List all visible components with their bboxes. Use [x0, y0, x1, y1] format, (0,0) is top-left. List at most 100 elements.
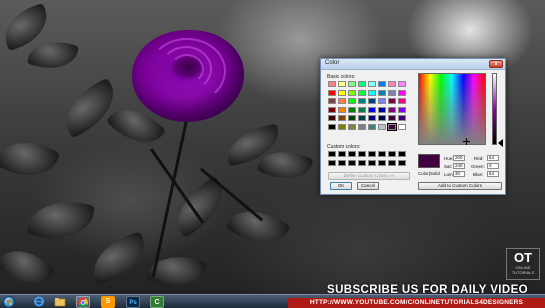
custom-color-swatch[interactable]	[338, 151, 346, 157]
basic-color-swatch[interactable]	[358, 81, 366, 87]
custom-color-swatch[interactable]	[358, 151, 366, 157]
basic-color-swatch[interactable]	[378, 89, 386, 96]
color-preview-swatch	[418, 154, 440, 168]
basic-color-swatch[interactable]	[368, 106, 376, 113]
color-spectrum-picker[interactable]	[418, 73, 486, 145]
basic-color-swatch[interactable]	[368, 123, 376, 130]
basic-color-swatch[interactable]	[388, 81, 396, 87]
lum-field[interactable]: 30	[453, 171, 465, 177]
custom-color-swatch[interactable]	[388, 151, 396, 157]
basic-color-swatch[interactable]	[398, 98, 406, 104]
basic-color-swatch[interactable]	[328, 81, 336, 87]
basic-color-swatch[interactable]	[368, 115, 376, 121]
custom-colors-label: Custom colors:	[327, 144, 361, 150]
sat-label: Sat:	[444, 164, 453, 169]
basic-color-swatch[interactable]	[378, 115, 386, 121]
blue-label: Blue:	[473, 172, 484, 177]
basic-color-swatch[interactable]	[348, 81, 356, 87]
basic-color-swatch[interactable]	[368, 89, 376, 96]
chrome-icon[interactable]	[76, 296, 90, 308]
close-button[interactable]: x	[489, 60, 503, 68]
basic-colors-grid	[328, 81, 406, 131]
basic-color-swatch[interactable]	[348, 115, 356, 121]
green-label: Green:	[471, 164, 485, 169]
basic-color-swatch[interactable]	[368, 98, 376, 104]
hue-field[interactable]: 200	[453, 155, 465, 161]
basic-color-swatch[interactable]	[358, 89, 366, 96]
basic-color-swatch[interactable]	[358, 123, 366, 130]
custom-color-swatch[interactable]	[388, 160, 396, 166]
custom-color-swatch[interactable]	[398, 151, 406, 157]
internet-explorer-icon[interactable]	[32, 296, 46, 308]
basic-color-swatch[interactable]	[338, 89, 346, 96]
custom-color-swatch[interactable]	[348, 151, 356, 157]
basic-color-swatch[interactable]	[328, 106, 336, 113]
camtasia-icon[interactable]: C	[150, 296, 164, 308]
basic-color-swatch[interactable]	[338, 98, 346, 104]
basic-color-swatch[interactable]	[398, 106, 406, 113]
basic-color-swatch[interactable]	[368, 81, 376, 87]
basic-color-swatch[interactable]	[358, 115, 366, 121]
basic-color-swatch[interactable]	[378, 98, 386, 104]
red-field[interactable]: 64	[487, 155, 499, 161]
custom-color-swatch[interactable]	[378, 151, 386, 157]
custom-color-swatch[interactable]	[378, 160, 386, 166]
leaf-shape	[0, 237, 56, 294]
stem-shape	[151, 120, 188, 278]
luminosity-slider[interactable]	[492, 73, 497, 145]
basic-color-swatch[interactable]	[398, 89, 406, 96]
basic-color-swatch[interactable]	[338, 115, 346, 121]
custom-color-swatch[interactable]	[368, 151, 376, 157]
start-orb-icon[interactable]	[3, 296, 15, 308]
basic-color-swatch[interactable]	[378, 81, 386, 87]
color-solid-label: Color|Solid	[418, 171, 440, 176]
basic-color-swatch[interactable]	[348, 106, 356, 113]
basic-color-swatch[interactable]	[388, 89, 396, 96]
custom-color-swatch[interactable]	[348, 160, 356, 166]
cancel-button[interactable]: Cancel	[357, 182, 379, 190]
basic-color-swatch[interactable]	[348, 89, 356, 96]
green-field[interactable]: 0	[487, 163, 499, 169]
basic-color-swatch[interactable]	[358, 106, 366, 113]
file-explorer-icon[interactable]	[53, 296, 67, 308]
basic-color-swatch[interactable]	[398, 123, 406, 130]
basic-color-swatch[interactable]	[358, 98, 366, 104]
leaf-shape	[85, 231, 153, 285]
custom-color-swatch[interactable]	[358, 160, 366, 166]
basic-color-swatch[interactable]	[388, 98, 396, 104]
basic-color-swatch[interactable]	[328, 115, 336, 121]
photoshop-icon[interactable]: Ps	[126, 296, 140, 308]
luminosity-arrow-icon[interactable]	[498, 139, 503, 147]
add-to-custom-colors-button[interactable]: Add to Custom Colors	[418, 182, 502, 190]
basic-color-swatch[interactable]	[328, 98, 336, 104]
basic-color-swatch[interactable]	[338, 81, 346, 87]
basic-colors-label: Basic colors:	[327, 74, 356, 80]
spectrum-crosshair-icon[interactable]	[463, 138, 470, 145]
basic-color-swatch[interactable]	[388, 106, 396, 113]
basic-color-swatch[interactable]	[328, 123, 336, 130]
basic-color-swatch[interactable]	[338, 123, 346, 130]
basic-color-swatch[interactable]	[378, 123, 386, 130]
blue-field[interactable]: 64	[487, 171, 499, 177]
sublime-text-icon[interactable]: S	[101, 296, 115, 308]
custom-color-swatch[interactable]	[338, 160, 346, 166]
youtube-url-banner: HTTP://WWW.YOUTUBE.COM/C/ONLINETUTORIALS…	[288, 298, 545, 308]
sat-field[interactable]: 240	[453, 163, 465, 169]
basic-color-swatch[interactable]	[378, 106, 386, 113]
ok-button[interactable]: OK	[330, 182, 352, 190]
basic-color-swatch[interactable]	[348, 98, 356, 104]
basic-color-swatch[interactable]	[387, 122, 397, 131]
basic-color-swatch[interactable]	[388, 115, 396, 121]
custom-color-swatch[interactable]	[398, 160, 406, 166]
channel-logo: OT ONLINE TUTORIALS	[506, 248, 540, 280]
custom-color-swatch[interactable]	[328, 151, 336, 157]
custom-color-swatch[interactable]	[368, 160, 376, 166]
basic-color-swatch[interactable]	[398, 115, 406, 121]
basic-color-swatch[interactable]	[398, 81, 406, 87]
basic-color-swatch[interactable]	[348, 123, 356, 130]
basic-color-swatch[interactable]	[328, 89, 336, 96]
custom-color-swatch[interactable]	[328, 160, 336, 166]
basic-color-swatch[interactable]	[338, 106, 346, 113]
leaf-shape	[26, 34, 80, 76]
dialog-titlebar[interactable]: Color x	[321, 59, 505, 70]
